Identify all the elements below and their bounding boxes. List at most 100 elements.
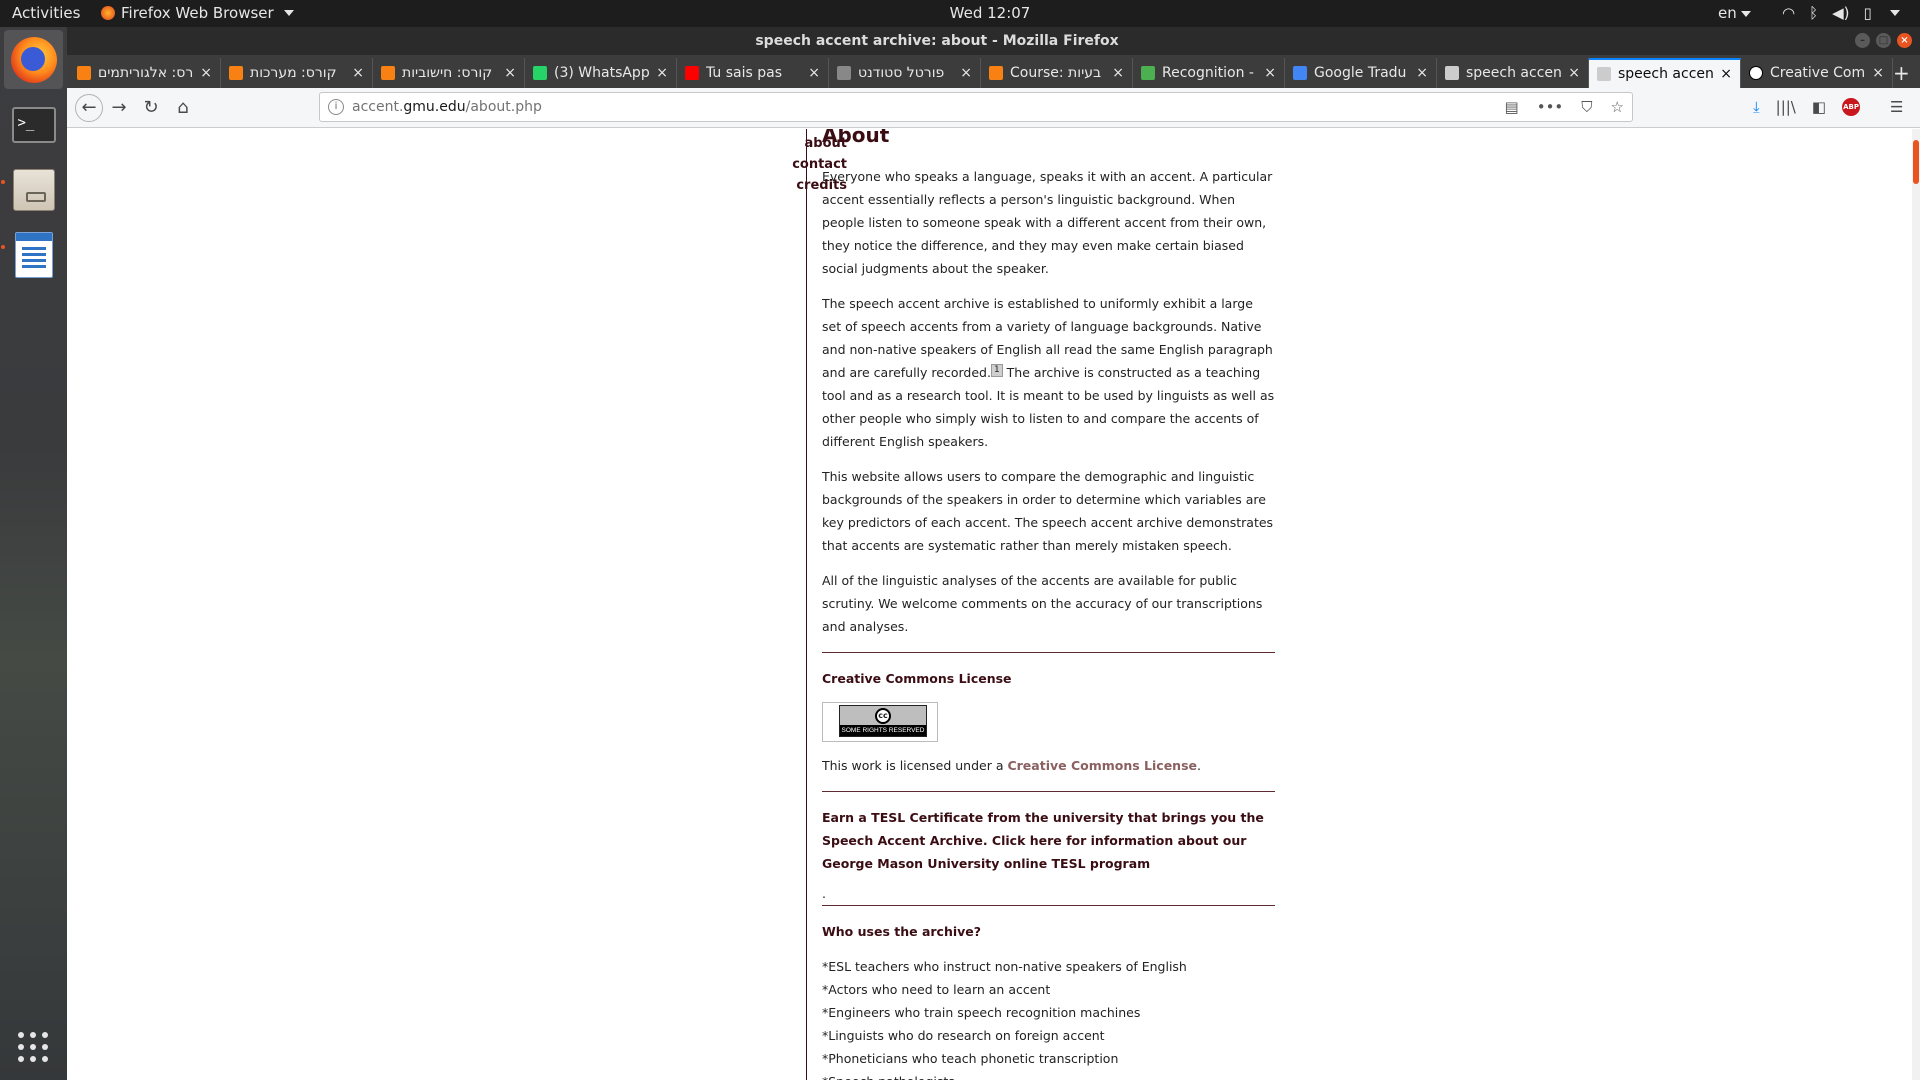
cc-badge-link[interactable]: cc SOME RIGHTS RESERVED bbox=[822, 702, 938, 742]
tab-11[interactable]: speech accen × bbox=[1589, 58, 1741, 88]
cc-heading: Creative Commons License bbox=[822, 671, 1012, 686]
chevron-down-icon bbox=[1740, 10, 1751, 17]
home-icon: ⌂ bbox=[177, 97, 189, 118]
tab-8[interactable]: Recognition - × bbox=[1133, 58, 1285, 88]
system-tray[interactable]: ◠ ᛒ ◀) ▯ bbox=[1782, 4, 1900, 22]
site-info-icon[interactable]: i bbox=[328, 99, 344, 115]
cc-license-link[interactable]: Creative Commons License bbox=[1007, 758, 1197, 773]
tab-1[interactable]: קורס: אלגוריתמים × bbox=[69, 58, 221, 88]
tab-label: (3) WhatsApp bbox=[554, 65, 650, 81]
window-titlebar: speech accent archive: about - Mozilla F… bbox=[67, 27, 1920, 55]
paragraph-compare: This website allows users to compare the… bbox=[822, 469, 1274, 553]
close-tab-icon[interactable]: × bbox=[1872, 65, 1884, 81]
window-title: speech accent archive: about - Mozilla F… bbox=[755, 33, 1119, 49]
tesl-promo-link[interactable]: Earn a TESL Certificate from the univers… bbox=[822, 806, 1275, 875]
close-tab-icon[interactable]: × bbox=[1416, 65, 1428, 81]
close-tab-icon[interactable]: × bbox=[200, 65, 212, 81]
tab-7[interactable]: Course: בעיות × bbox=[981, 58, 1133, 88]
close-tab-icon[interactable]: × bbox=[1264, 65, 1276, 81]
gnome-top-bar: Activities Firefox Web Browser Wed 12:07… bbox=[0, 0, 1920, 27]
footnote-marker[interactable]: 1 bbox=[990, 363, 1003, 377]
license-end: . bbox=[1197, 758, 1201, 773]
leaf-icon bbox=[1141, 66, 1155, 80]
pocket-icon[interactable]: ⛉ bbox=[1581, 98, 1592, 116]
divider bbox=[822, 652, 1275, 653]
reload-button[interactable]: ↻ bbox=[139, 96, 163, 120]
bookmark-star-icon[interactable]: ☆ bbox=[1611, 98, 1624, 116]
close-tab-icon[interactable]: × bbox=[1720, 66, 1732, 82]
youtube-icon bbox=[685, 66, 699, 80]
app-menu[interactable]: Firefox Web Browser bbox=[101, 4, 294, 22]
users-list: *ESL teachers who instruct non-native sp… bbox=[822, 955, 1275, 1080]
url-path: /about.php bbox=[465, 99, 542, 115]
url-domain: gmu.edu bbox=[403, 99, 466, 115]
window-controls: – □ × bbox=[1855, 33, 1912, 48]
back-button[interactable]: ← bbox=[75, 94, 103, 122]
close-window-button[interactable]: × bbox=[1897, 33, 1912, 48]
moodle-icon bbox=[989, 66, 1003, 80]
close-tab-icon[interactable]: × bbox=[808, 65, 820, 81]
tab-4[interactable]: (3) WhatsApp × bbox=[525, 58, 677, 88]
show-applications-icon[interactable] bbox=[18, 1032, 48, 1062]
terminal-icon: >_ bbox=[11, 106, 56, 143]
globe-icon bbox=[1597, 67, 1611, 81]
activities-button[interactable]: Activities bbox=[12, 4, 80, 22]
tab-label: Creative Com bbox=[1770, 65, 1866, 81]
dock-firefox[interactable] bbox=[4, 30, 63, 89]
url-bar[interactable]: i accent.gmu.edu/about.php ▤ ••• ⛉ ☆ bbox=[319, 92, 1633, 122]
tab-12[interactable]: Creative Com × bbox=[1741, 58, 1893, 88]
toolbar-right: ⤓ |||\ ◧ ABP ☰ bbox=[1753, 98, 1904, 116]
forward-arrow-icon: → bbox=[111, 97, 127, 118]
tab-9[interactable]: Google Tradu × bbox=[1285, 58, 1437, 88]
language-indicator[interactable]: en bbox=[1718, 4, 1751, 22]
page-heading: About bbox=[822, 129, 890, 147]
firefox-small-icon bbox=[101, 6, 115, 20]
dock: >_ bbox=[0, 27, 67, 1080]
google-translate-icon bbox=[1293, 66, 1307, 80]
library-icon[interactable]: |||\ bbox=[1776, 98, 1796, 116]
tab-label: Course: בעיות bbox=[1010, 65, 1102, 81]
sidebar-icon[interactable]: ◧ bbox=[1812, 98, 1826, 116]
close-tab-icon[interactable]: × bbox=[1112, 65, 1124, 81]
clock[interactable]: Wed 12:07 bbox=[940, 4, 1040, 22]
tab-5[interactable]: Tu sais pas × bbox=[677, 58, 829, 88]
cc-badge-text: SOME RIGHTS RESERVED bbox=[840, 725, 926, 736]
battery-icon: ▯ bbox=[1863, 4, 1872, 22]
dock-files[interactable] bbox=[4, 160, 63, 219]
list-item: *Linguists who do research on foreign ac… bbox=[822, 1028, 1105, 1043]
page-scrollbar[interactable] bbox=[1912, 129, 1920, 1080]
divider bbox=[822, 791, 1275, 792]
tab-label: speech accen bbox=[1466, 65, 1562, 81]
close-tab-icon[interactable]: × bbox=[960, 65, 972, 81]
reader-view-icon[interactable]: ▤ bbox=[1505, 98, 1519, 116]
portal-icon bbox=[837, 66, 851, 80]
home-button[interactable]: ⌂ bbox=[171, 96, 195, 120]
close-tab-icon[interactable]: × bbox=[352, 65, 364, 81]
dock-terminal[interactable]: >_ bbox=[4, 95, 63, 154]
dock-writer[interactable] bbox=[4, 225, 63, 284]
adblock-icon[interactable]: ABP bbox=[1842, 98, 1861, 116]
globe-icon bbox=[1445, 66, 1459, 80]
tab-3[interactable]: קורס: חישוביות × bbox=[373, 58, 525, 88]
bluetooth-icon: ᛒ bbox=[1809, 4, 1819, 22]
promo-dot: . bbox=[822, 886, 826, 901]
hamburger-menu-icon[interactable]: ☰ bbox=[1890, 98, 1903, 116]
tab-2[interactable]: קורס: מערכות × bbox=[221, 58, 373, 88]
close-tab-icon[interactable]: × bbox=[656, 65, 668, 81]
minimize-button[interactable]: – bbox=[1855, 33, 1870, 48]
close-tab-icon[interactable]: × bbox=[504, 65, 516, 81]
tab-label: פורטל סטודנט bbox=[858, 65, 945, 81]
url-text[interactable]: accent.gmu.edu/about.php bbox=[352, 99, 542, 115]
files-icon bbox=[12, 168, 55, 211]
scrollbar-thumb[interactable] bbox=[1913, 140, 1919, 184]
page-actions-icon[interactable]: ••• bbox=[1537, 98, 1564, 116]
tab-10[interactable]: speech accen × bbox=[1437, 58, 1589, 88]
forward-button[interactable]: → bbox=[107, 96, 131, 120]
tab-label: Recognition - bbox=[1162, 65, 1254, 81]
downloads-icon[interactable]: ⤓ bbox=[1753, 98, 1760, 116]
language-label: en bbox=[1718, 4, 1737, 22]
close-tab-icon[interactable]: × bbox=[1568, 65, 1580, 81]
maximize-button[interactable]: □ bbox=[1876, 33, 1891, 48]
tab-6[interactable]: פורטל סטודנט × bbox=[829, 58, 981, 88]
new-tab-button[interactable]: + bbox=[1893, 61, 1910, 85]
